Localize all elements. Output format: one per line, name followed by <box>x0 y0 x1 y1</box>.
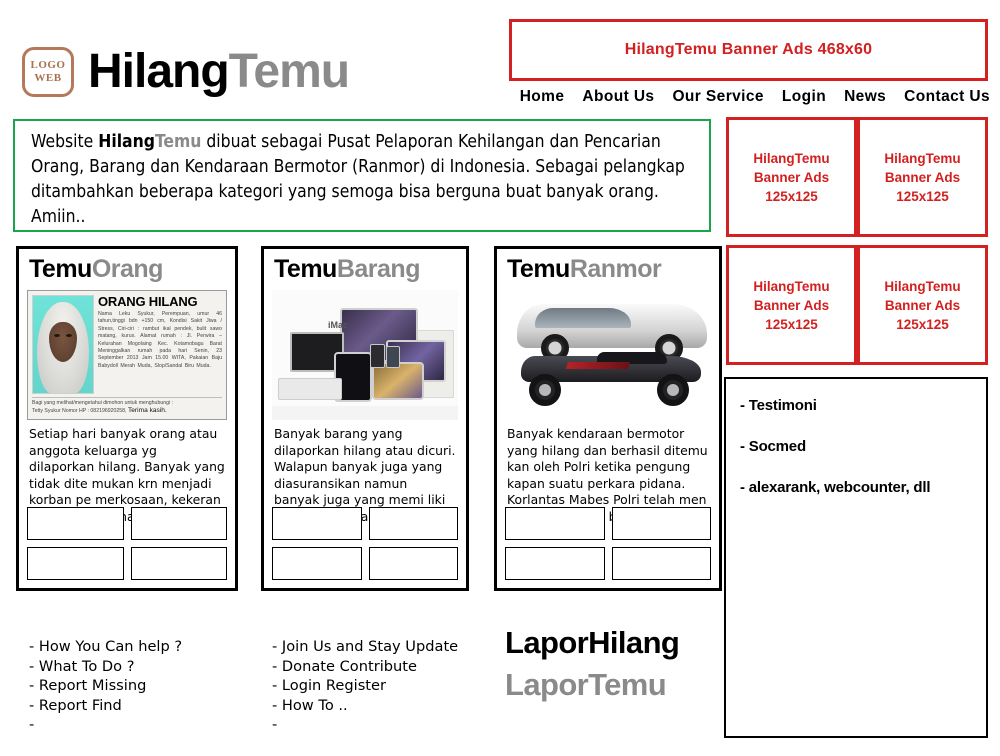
card-temu-barang-placeholders <box>272 507 458 580</box>
motorcycle-stripe-shape <box>565 362 631 369</box>
main-navigation: Home About Us Our Service Login News Con… <box>520 88 990 106</box>
placeholder-box[interactable] <box>27 547 124 580</box>
sidebar-item-testimoni[interactable]: - Testimoni <box>740 396 986 416</box>
footer-link-donate-contribute[interactable]: - Donate Contribute <box>272 657 458 677</box>
nav-item-news[interactable]: News <box>844 88 886 106</box>
banner-ad-125x125-3[interactable]: HilangTemu Banner Ads 125x125 <box>726 245 857 365</box>
placeholder-box[interactable] <box>27 507 124 540</box>
imac-label: iMac <box>328 320 349 330</box>
banner-ad-468x60-label: HilangTemu Banner Ads 468x60 <box>624 41 873 58</box>
nav-item-about-us[interactable]: About Us <box>582 88 654 106</box>
footer-links-column-2: - Join Us and Stay Update - Donate Contr… <box>272 637 458 735</box>
sidebar-item-socmed[interactable]: - Socmed <box>740 437 986 457</box>
poster-heading: ORANG HILANG <box>98 294 198 309</box>
card-temu-orang-title: TemuOrang <box>29 255 227 284</box>
motorcycle-wheel-front <box>529 374 561 406</box>
placeholder-box[interactable] <box>130 507 227 540</box>
eye-right-icon <box>66 334 72 337</box>
site-logo[interactable]: LOGO WEB <box>22 47 74 97</box>
card-temu-orang[interactable]: TemuOrang ORANG HILANG Nama Leku Syukur,… <box>16 246 238 591</box>
lapor-hilang-button[interactable]: LaporHilang <box>505 622 680 664</box>
placeholder-box[interactable] <box>368 547 458 580</box>
banner-ad-125x125-2-label: HilangTemu Banner Ads 125x125 <box>884 150 961 204</box>
banner-ad-125x125-4[interactable]: HilangTemu Banner Ads 125x125 <box>857 245 988 365</box>
placeholder-box[interactable] <box>505 507 605 540</box>
footer-link-join-us[interactable]: - Join Us and Stay Update <box>272 637 458 657</box>
card-temu-barang-title: TemuBarang <box>274 255 458 284</box>
nav-item-contact-us[interactable]: Contact Us <box>904 88 990 106</box>
placeholder-box[interactable] <box>272 547 362 580</box>
footer-link-report-find[interactable]: - Report Find <box>29 696 182 716</box>
car-window-shape <box>535 308 631 328</box>
card-temu-ranmor[interactable]: TemuRanmor Banyak kendaraan bermotor yan… <box>494 246 722 591</box>
phone-secondary-shape <box>386 346 400 368</box>
keyboard-shape <box>278 378 342 400</box>
card-title-primary: Temu <box>507 255 570 283</box>
footer-link-how-to[interactable]: - How To .. <box>272 696 458 716</box>
phone-shape <box>370 344 385 368</box>
placeholder-box[interactable] <box>368 507 458 540</box>
lapor-actions: LaporHilang LaporTemu <box>505 622 680 706</box>
site-title-secondary: Temu <box>228 45 350 98</box>
footer-link-what-to-do[interactable]: - What To Do ? <box>29 657 182 677</box>
placeholder-box[interactable] <box>272 507 362 540</box>
logo-line-1: LOGO <box>30 59 66 71</box>
placeholder-box[interactable] <box>130 547 227 580</box>
nav-item-login[interactable]: Login <box>782 88 826 106</box>
site-description: Website HilangTemu dibuat sebagai Pusat … <box>13 119 711 232</box>
card-temu-orang-placeholders <box>27 507 227 580</box>
site-title: HilangTemu <box>88 44 350 99</box>
gadgets-surface <box>272 406 458 420</box>
description-brand-grey: Temu <box>154 132 202 152</box>
card-title-secondary: Orang <box>91 255 164 283</box>
poster-footer-line-3: Terima kasih. <box>127 407 167 415</box>
banner-ad-125x125-4-label: HilangTemu Banner Ads 125x125 <box>884 278 961 332</box>
card-title-secondary: Barang <box>336 255 421 283</box>
footer-link-login-register[interactable]: - Login Register <box>272 676 458 696</box>
placeholder-box[interactable] <box>611 507 711 540</box>
footer-link-how-you-can-help[interactable]: - How You Can help ? <box>29 637 182 657</box>
site-title-primary: Hilang <box>88 45 230 98</box>
description-pre: Website <box>31 132 99 152</box>
card-title-secondary: Ranmor <box>569 255 662 283</box>
banner-ad-125x125-3-label: HilangTemu Banner Ads 125x125 <box>753 278 830 332</box>
missing-person-photo <box>32 295 94 394</box>
card-temu-ranmor-placeholders <box>505 507 711 580</box>
gadgets-image: iMac <box>272 290 458 420</box>
lapor-temu-button[interactable]: LaporTemu <box>505 664 679 706</box>
poster-footer-line-1: Bagi yang melihat/mengetahui dimohon unt… <box>32 399 174 406</box>
banner-ad-125x125-1-label: HilangTemu Banner Ads 125x125 <box>753 150 830 204</box>
sidebar-widgets-panel: - Testimoni - Socmed - alexarank, webcou… <box>724 377 988 738</box>
nav-item-home[interactable]: Home <box>520 88 565 106</box>
vehicles-image <box>505 290 711 420</box>
banner-ad-125x125-1[interactable]: HilangTemu Banner Ads 125x125 <box>726 117 857 237</box>
placeholder-box[interactable] <box>505 547 605 580</box>
card-temu-ranmor-title: TemuRanmor <box>507 255 711 284</box>
banner-ad-468x60[interactable]: HilangTemu Banner Ads 468x60 <box>509 19 988 81</box>
poster-footer-line-2: Tetty Syukur Nomor HP : 082196920258, <box>32 408 127 415</box>
footer-link-report-missing[interactable]: - Report Missing <box>29 676 182 696</box>
poster-details: Nama Leku Syukur, Perempuan, umur 46 tah… <box>98 311 222 369</box>
eye-left-icon <box>54 334 60 337</box>
footer-links-column-1: - How You Can help ? - What To Do ? - Re… <box>29 637 182 735</box>
description-brand-black: Hilang <box>98 132 155 152</box>
card-temu-barang[interactable]: TemuBarang iMac Banyak barang yang dilap… <box>261 246 469 591</box>
poster-footer: Bagi yang melihat/mengetahui dimohon unt… <box>32 396 222 416</box>
page-root: LOGO WEB HilangTemu Home About Us Our Se… <box>0 0 1000 756</box>
card-title-primary: Temu <box>29 255 92 283</box>
banner-ad-125x125-2[interactable]: HilangTemu Banner Ads 125x125 <box>857 117 988 237</box>
nav-item-our-service[interactable]: Our Service <box>672 88 763 106</box>
logo-line-2: WEB <box>34 72 62 84</box>
card-title-primary: Temu <box>274 255 337 283</box>
footer-link-empty-2[interactable]: - <box>272 715 458 735</box>
footer-link-empty-1[interactable]: - <box>29 715 182 735</box>
placeholder-box[interactable] <box>611 547 711 580</box>
motorcycle-wheel-rear <box>657 374 689 406</box>
sidebar-item-alexarank[interactable]: - alexarank, webcounter, dll <box>740 478 986 498</box>
missing-person-poster: ORANG HILANG Nama Leku Syukur, Perempuan… <box>27 290 227 420</box>
